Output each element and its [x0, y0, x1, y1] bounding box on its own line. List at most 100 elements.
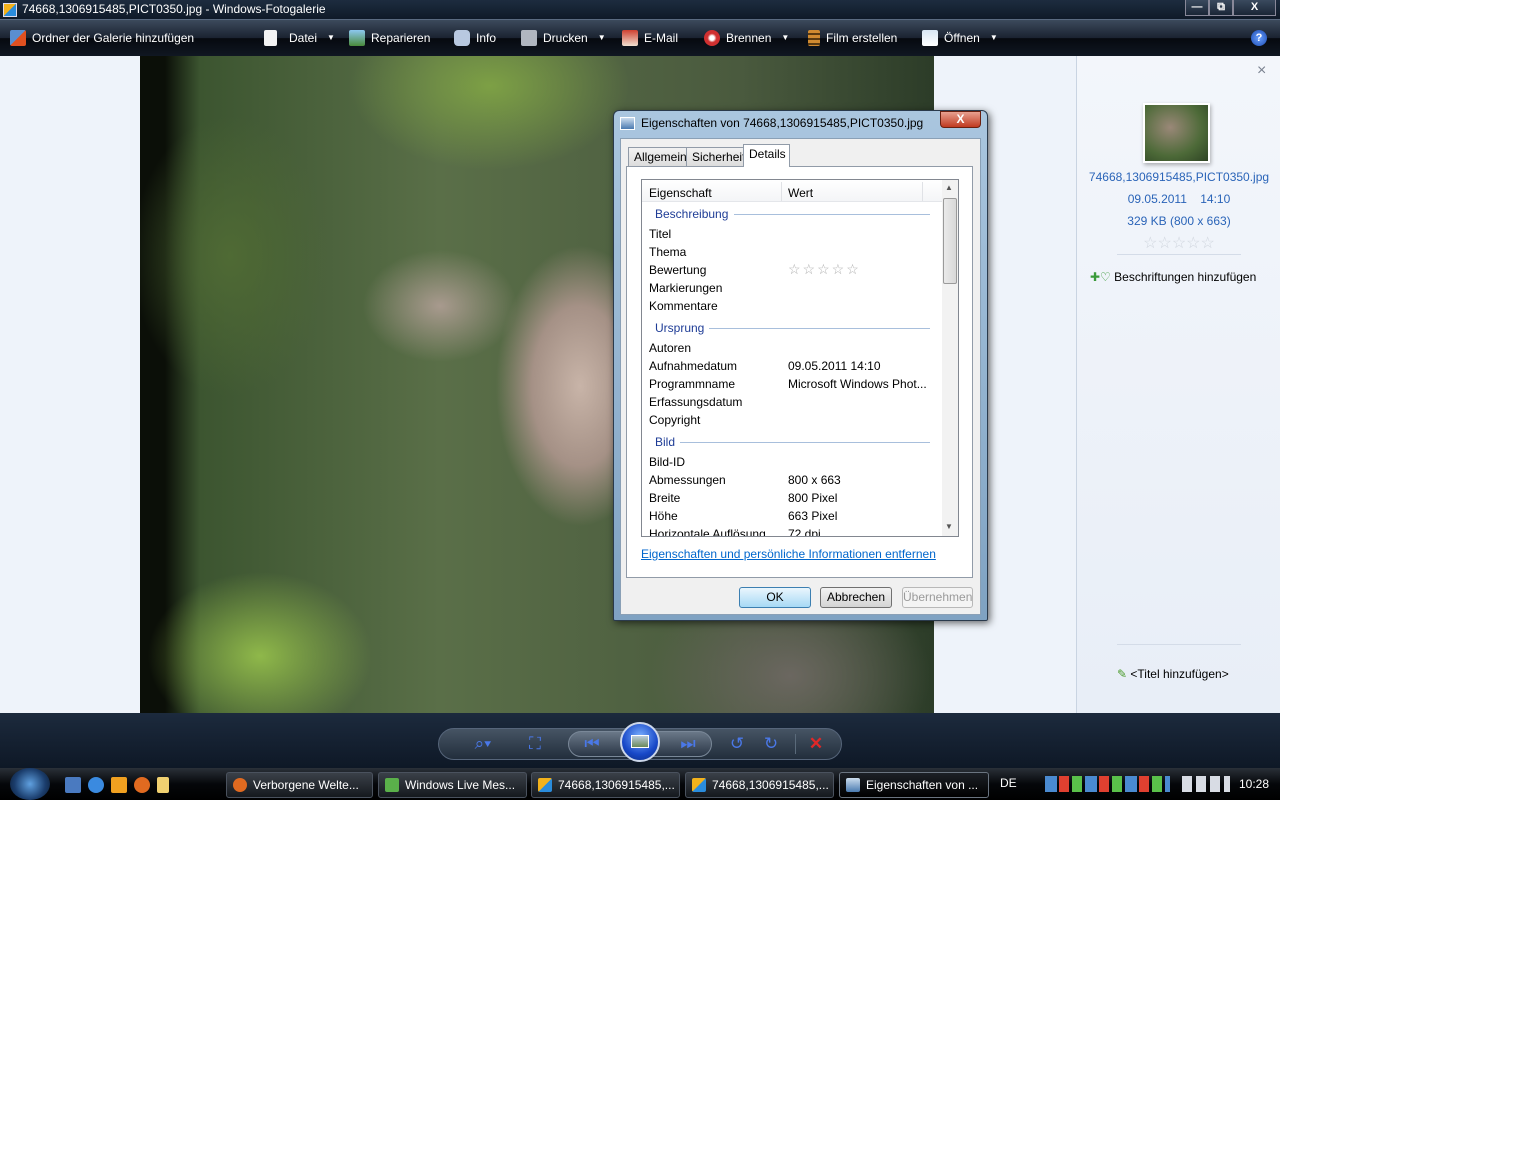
- rating-stars[interactable]: ☆☆☆☆☆: [788, 261, 861, 278]
- row-program[interactable]: Programmname: [649, 377, 735, 391]
- row-copyright[interactable]: Copyright: [649, 413, 700, 427]
- apply-button[interactable]: Übernehmen: [902, 587, 973, 608]
- add-folder-button[interactable]: Ordner der Galerie hinzufügen: [10, 20, 194, 56]
- show-desktop-icon[interactable]: [65, 777, 81, 793]
- help-button[interactable]: ?: [1251, 20, 1267, 56]
- tab-details[interactable]: Details: [743, 144, 790, 167]
- info-button[interactable]: Info: [454, 20, 496, 56]
- system-tray-icons[interactable]: [1045, 776, 1170, 792]
- info-date[interactable]: 09.05.2011 14:10: [1077, 192, 1281, 206]
- next-button[interactable]: ⏭: [676, 734, 700, 754]
- taskbar-item[interactable]: 74668,1306915485,...: [685, 772, 834, 798]
- scroll-down-icon[interactable]: ▼: [945, 522, 953, 531]
- window-title: 74668,1306915485,PICT0350.jpg - Windows-…: [22, 2, 326, 16]
- scrollbar-thumb[interactable]: [943, 198, 957, 284]
- clock[interactable]: 10:28: [1239, 777, 1269, 791]
- info-size: 329 KB (800 x 663): [1127, 214, 1231, 228]
- chevron-down-icon: ▼: [597, 33, 606, 42]
- star-icon[interactable]: ☆: [1172, 235, 1186, 252]
- row-height[interactable]: Höhe: [649, 509, 678, 523]
- add-title-label: <Titel hinzufügen>: [1130, 667, 1229, 681]
- info-label: Info: [476, 31, 497, 45]
- delete-button[interactable]: ✕: [804, 734, 828, 754]
- column-header-property[interactable]: Eigenschaft: [649, 186, 712, 200]
- add-tags-label: Beschriftungen hinzufügen: [1114, 270, 1257, 284]
- star-icon[interactable]: ☆: [1143, 235, 1157, 252]
- chevron-down-icon: ▼: [989, 33, 998, 42]
- row-horizontal-resolution[interactable]: Horizontale Auflösung: [649, 527, 766, 536]
- slideshow-button[interactable]: [620, 722, 660, 762]
- row-tags[interactable]: Markierungen: [649, 281, 722, 295]
- row-authors[interactable]: Autoren: [649, 341, 691, 355]
- dialog-close-button[interactable]: X: [940, 111, 981, 128]
- make-movie-button[interactable]: Film erstellen: [808, 20, 897, 56]
- add-tags-button[interactable]: ✚♡ Beschriftungen hinzufügen: [1090, 270, 1256, 284]
- media-player-icon[interactable]: [111, 777, 127, 793]
- row-title[interactable]: Titel: [649, 227, 671, 241]
- network-volume-icons[interactable]: [1182, 776, 1230, 792]
- info-rating-stars[interactable]: ☆☆☆☆☆: [1077, 233, 1281, 253]
- taskbar-item-active[interactable]: Eigenschaften von ...: [839, 772, 989, 798]
- tag-icon: [454, 30, 470, 46]
- star-icon[interactable]: ☆: [1186, 235, 1200, 252]
- row-rating[interactable]: Bewertung: [649, 263, 706, 277]
- file-menu-button[interactable]: Datei ▼: [264, 20, 335, 56]
- column-header-value[interactable]: Wert: [788, 186, 813, 200]
- burn-button[interactable]: Brennen ▼: [704, 20, 789, 56]
- star-icon[interactable]: ☆: [1157, 235, 1171, 252]
- fix-label: Reparieren: [371, 31, 431, 45]
- firefox-icon[interactable]: [134, 777, 150, 793]
- messenger-icon: [385, 778, 399, 792]
- add-title-button[interactable]: ✎ <Titel hinzufügen>: [1117, 667, 1229, 681]
- rotate-left-button[interactable]: ↺: [725, 734, 749, 754]
- row-image-id[interactable]: Bild-ID: [649, 455, 685, 469]
- taskbar-item[interactable]: Verborgene Welte...: [226, 772, 373, 798]
- group-divider: [734, 214, 930, 215]
- info-filename[interactable]: 74668,1306915485,PICT0350.jpg: [1077, 170, 1281, 184]
- email-button[interactable]: E-Mail: [622, 20, 678, 56]
- tab-allgemein[interactable]: Allgemein: [628, 147, 693, 166]
- previous-button[interactable]: ⏮: [580, 734, 604, 754]
- cancel-button[interactable]: Abbrechen: [820, 587, 892, 608]
- star-icon[interactable]: ☆: [1201, 235, 1215, 252]
- add-folder-label: Ordner der Galerie hinzufügen: [32, 31, 195, 45]
- tab-sicherheit[interactable]: Sicherheit: [686, 147, 752, 166]
- internet-explorer-icon[interactable]: [88, 777, 104, 793]
- actual-size-button[interactable]: ⛶: [523, 734, 547, 754]
- row-subject[interactable]: Thema: [649, 245, 686, 259]
- fix-button[interactable]: Reparieren: [349, 20, 430, 56]
- zoom-button[interactable]: ⌕▾: [466, 734, 500, 754]
- add-folder-icon: [10, 30, 26, 46]
- start-button[interactable]: [10, 768, 50, 800]
- taskbar-item[interactable]: Windows Live Mes...: [378, 772, 527, 798]
- folder-icon[interactable]: [157, 777, 169, 793]
- scroll-up-icon[interactable]: ▲: [945, 183, 953, 192]
- remove-properties-link[interactable]: Eigenschaften und persönliche Informatio…: [641, 547, 936, 561]
- row-dimensions[interactable]: Abmessungen: [649, 473, 726, 487]
- window-title-bar: 74668,1306915485,PICT0350.jpg - Windows-…: [0, 0, 1280, 19]
- slideshow-icon: [631, 735, 649, 748]
- row-date-taken[interactable]: Aufnahmedatum: [649, 359, 737, 373]
- disc-icon: [704, 30, 720, 46]
- row-width[interactable]: Breite: [649, 491, 680, 505]
- minimize-button[interactable]: —: [1185, 0, 1209, 16]
- group-divider: [680, 442, 930, 443]
- open-menu-button[interactable]: Öffnen ▼: [922, 20, 998, 56]
- document-icon: [264, 30, 277, 46]
- taskbar-item[interactable]: 74668,1306915485,...: [531, 772, 680, 798]
- chevron-down-icon: ▼: [327, 33, 335, 42]
- column-divider[interactable]: [922, 182, 923, 201]
- row-comments[interactable]: Kommentare: [649, 299, 718, 313]
- ok-button[interactable]: OK: [739, 587, 811, 608]
- burn-label: Brennen: [726, 31, 772, 45]
- email-label: E-Mail: [644, 31, 679, 45]
- rotate-right-button[interactable]: ↻: [759, 734, 783, 754]
- row-acquired[interactable]: Erfassungsdatum: [649, 395, 742, 409]
- print-button[interactable]: Drucken ▼: [521, 20, 606, 56]
- close-window-button[interactable]: X: [1233, 0, 1276, 16]
- close-info-pane-icon[interactable]: ×: [1257, 62, 1266, 80]
- language-indicator[interactable]: DE: [1000, 776, 1017, 790]
- column-divider[interactable]: [781, 182, 782, 201]
- chevron-down-icon: ▼: [781, 33, 790, 42]
- maximize-button[interactable]: ⧉: [1209, 0, 1233, 16]
